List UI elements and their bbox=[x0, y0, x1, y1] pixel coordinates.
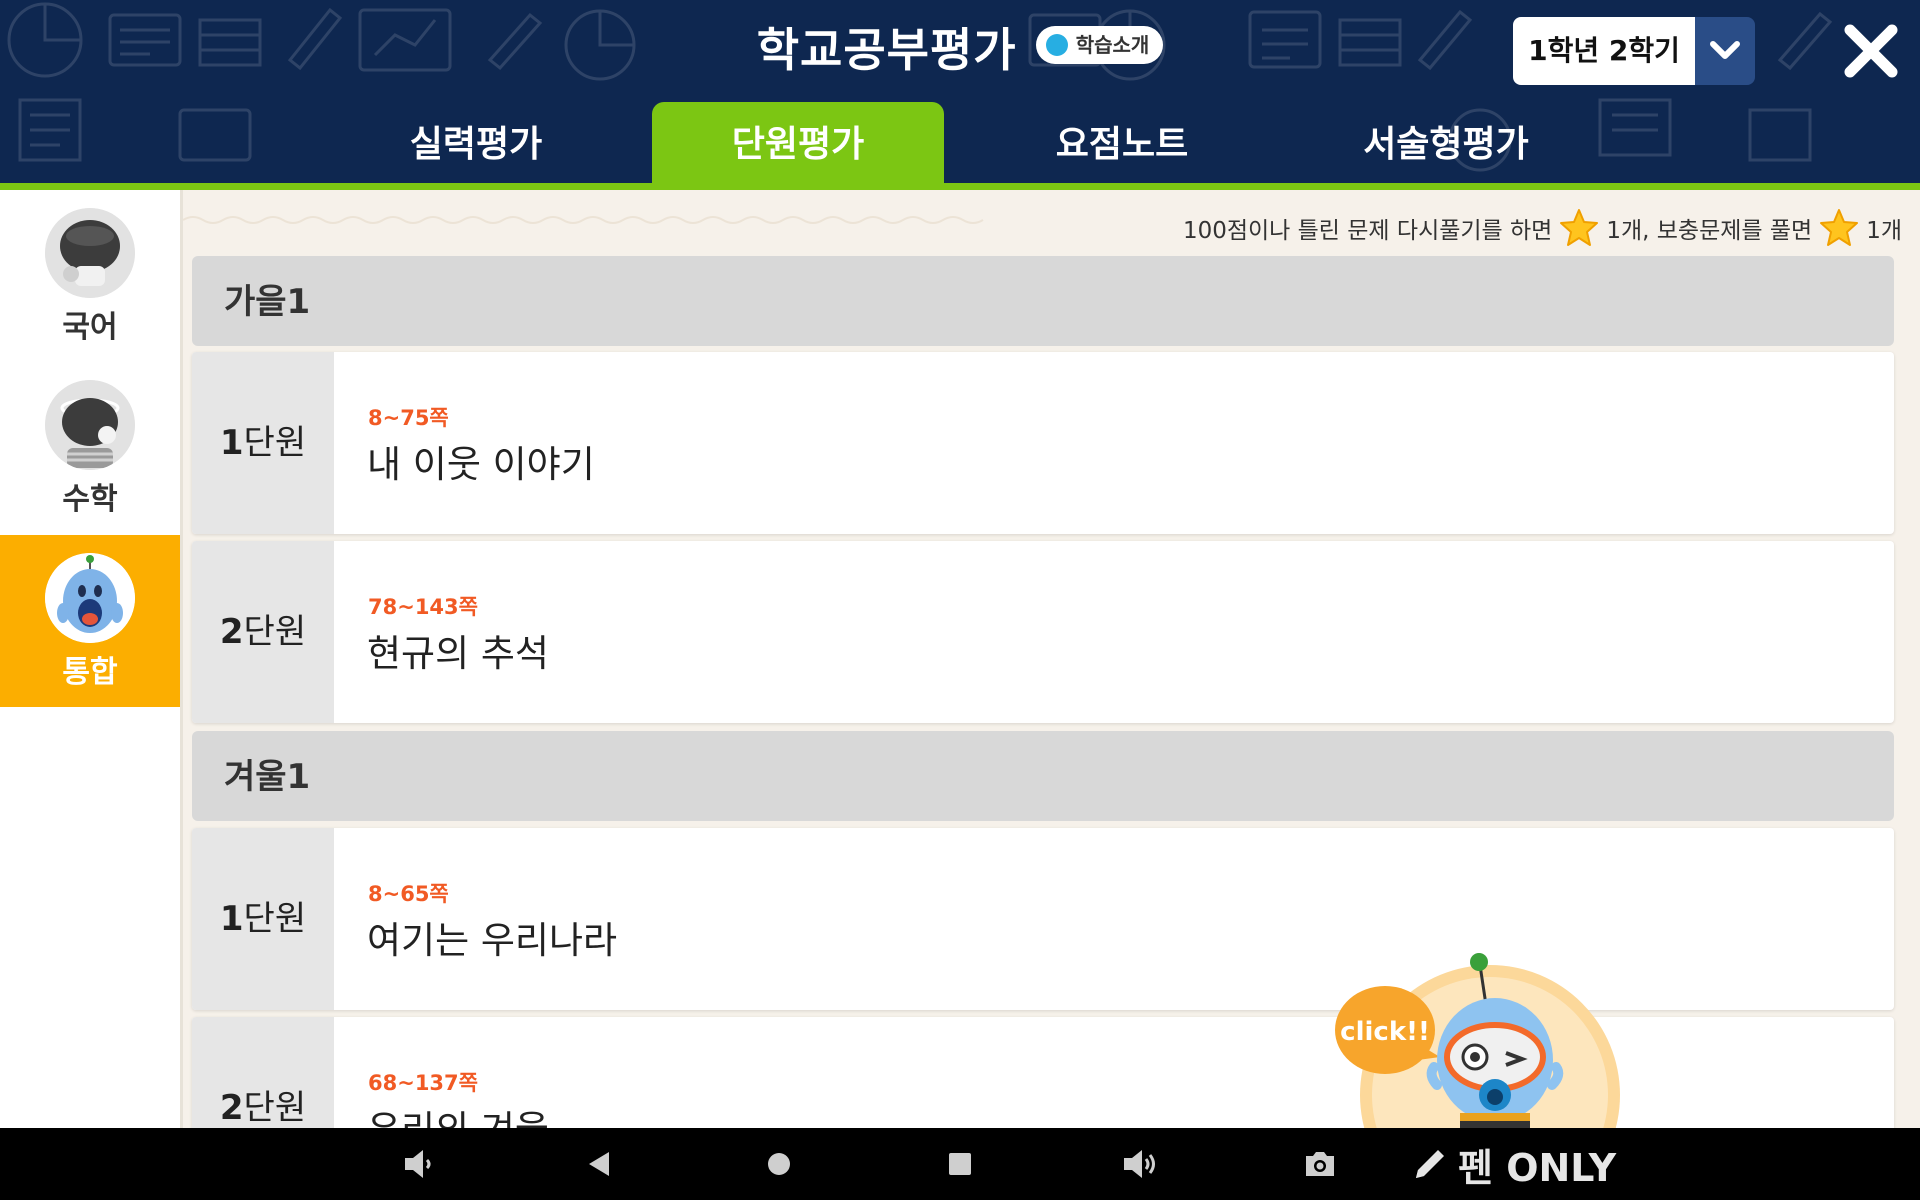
unit-number: 1 bbox=[219, 423, 244, 463]
tab-bar: 실력평가 단원평가 요점노트 서술형평가 bbox=[0, 102, 1920, 183]
grade-select-value: 1학년 2학기 bbox=[1513, 17, 1695, 85]
pen-icon bbox=[1416, 1150, 1444, 1178]
unit-suffix: 단원 bbox=[243, 423, 307, 463]
page-title: 학교공부평가 bbox=[756, 23, 1017, 77]
unit-row[interactable]: 2단원 68~137쪽 우리의 겨울 bbox=[192, 1017, 1894, 1128]
sidebar-item-korean[interactable]: 국어 bbox=[0, 190, 180, 362]
tab-summary-note[interactable]: 요점노트 bbox=[976, 102, 1268, 183]
app-header: 학교공부평가 학습소개 1학년 2학기 실력평가 단원평가 요점노트 서술형평가 bbox=[0, 0, 1920, 183]
chevron-down-icon[interactable] bbox=[1695, 17, 1755, 85]
subject-sidebar: 국어 수학 통합 bbox=[0, 190, 180, 1128]
unit-row[interactable]: 1단원 8~75쪽 내 이웃 이야기 bbox=[192, 352, 1894, 534]
star-icon bbox=[1820, 209, 1859, 246]
unit-suffix: 단원 bbox=[243, 899, 307, 939]
korean-avatar-icon bbox=[45, 208, 135, 298]
unit-number-label: 2단원 bbox=[192, 1017, 334, 1128]
close-icon[interactable] bbox=[1840, 20, 1902, 82]
unit-row[interactable]: 2단원 78~143쪽 현규의 추석 bbox=[192, 541, 1894, 723]
section-header: 가을1 bbox=[192, 256, 1894, 346]
grade-select[interactable]: 1학년 2학기 bbox=[1513, 17, 1755, 85]
math-avatar-icon bbox=[45, 380, 135, 470]
home-icon[interactable] bbox=[757, 1142, 801, 1186]
tab-skill-test[interactable]: 실력평가 bbox=[330, 102, 622, 183]
robot-avatar-icon bbox=[45, 553, 135, 643]
tab-underline bbox=[0, 183, 1920, 190]
volume-down-icon[interactable] bbox=[397, 1142, 441, 1186]
unit-pages: 8~75쪽 bbox=[368, 406, 449, 430]
notice-text-3: 1개 bbox=[1866, 218, 1902, 244]
unit-title: 우리의 겨울 bbox=[367, 1099, 549, 1128]
unit-suffix: 단원 bbox=[243, 1088, 307, 1128]
sidebar-item-math[interactable]: 수학 bbox=[0, 362, 180, 534]
notice-text-1: 100점이나 틀린 문제 다시풀기를 하면 bbox=[1182, 218, 1553, 244]
unit-number: 2 bbox=[219, 1088, 244, 1128]
section-header: 겨울1 bbox=[192, 731, 1894, 821]
unit-pages: 8~65쪽 bbox=[368, 882, 449, 906]
unit-title: 여기는 우리나라 bbox=[367, 919, 618, 962]
back-icon[interactable] bbox=[577, 1142, 621, 1186]
sidebar-item-label: 통합 bbox=[62, 655, 118, 690]
unit-title: 내 이웃 이야기 bbox=[367, 443, 595, 486]
unit-suffix: 단원 bbox=[243, 612, 307, 652]
intro-button-label: 학습소개 bbox=[1075, 33, 1150, 57]
notice-text-2: 1개, 보충문제를 풀면 bbox=[1606, 218, 1813, 244]
unit-number-label: 1단원 bbox=[192, 828, 334, 1010]
unit-row[interactable]: 1단원 8~65쪽 여기는 우리나라 bbox=[192, 828, 1894, 1010]
tab-unit-test[interactable]: 단원평가 bbox=[652, 102, 944, 183]
sidebar-item-label: 국어 bbox=[62, 310, 118, 345]
sidebar-item-label: 수학 bbox=[62, 482, 118, 517]
volume-up-icon[interactable] bbox=[1118, 1142, 1162, 1186]
unit-pages: 78~143쪽 bbox=[368, 595, 478, 619]
reward-notice: 100점이나 틀린 문제 다시풀기를 하면 1개, 보충문제를 풀면 1개 bbox=[1183, 204, 1902, 252]
star-icon bbox=[1560, 209, 1599, 246]
mascot-bubble-text: click!! bbox=[1340, 1017, 1430, 1047]
intro-button[interactable]: 학습소개 bbox=[1035, 26, 1164, 64]
recents-icon[interactable] bbox=[938, 1142, 982, 1186]
system-navbar: 펜 ONLY bbox=[0, 1128, 1920, 1200]
unit-title: 현규의 추석 bbox=[367, 632, 549, 675]
unit-number-label: 1단원 bbox=[192, 352, 334, 534]
intro-dot-icon bbox=[1045, 33, 1068, 56]
sidebar-item-integrated[interactable]: 통합 bbox=[0, 535, 180, 707]
tab-essay-test[interactable]: 서술형평가 bbox=[1300, 102, 1592, 183]
unit-number-label: 2단원 bbox=[192, 541, 334, 723]
mascot-click-button[interactable]: click!! bbox=[1310, 945, 1630, 1128]
unit-pages: 68~137쪽 bbox=[368, 1071, 478, 1095]
unit-list-panel: 100점이나 틀린 문제 다시풀기를 하면 1개, 보충문제를 풀면 1개 가을… bbox=[183, 190, 1920, 1128]
camera-icon[interactable] bbox=[1298, 1142, 1342, 1186]
unit-number: 2 bbox=[219, 612, 244, 652]
unit-number: 1 bbox=[219, 899, 244, 939]
pen-only-label: 펜 ONLY bbox=[1458, 1145, 1617, 1190]
pen-only-button[interactable]: 펜 ONLY bbox=[1410, 1138, 1616, 1190]
